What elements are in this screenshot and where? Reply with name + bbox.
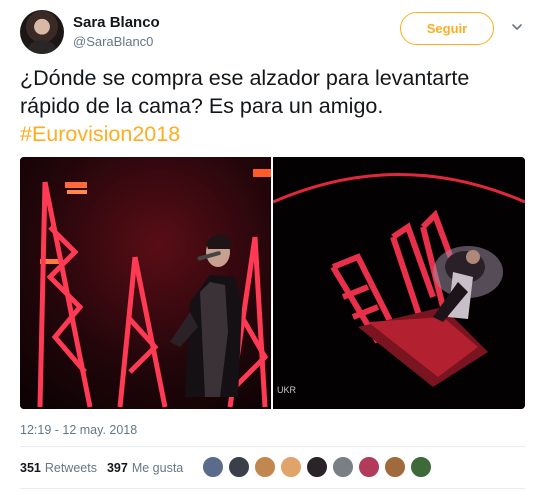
liker-avatar[interactable] <box>384 456 406 478</box>
likes-stat[interactable]: 397 Me gusta <box>107 461 183 475</box>
tweet-stats: 351 Retweets 397 Me gusta <box>20 456 193 480</box>
liker-avatar[interactable] <box>410 456 432 478</box>
retweets-stat[interactable]: 351 Retweets <box>20 461 97 475</box>
user-name[interactable]: Sara Blanco <box>73 14 160 31</box>
country-tag: UKR <box>277 385 297 395</box>
stage-piano-image <box>273 157 525 409</box>
liker-avatar[interactable] <box>254 456 276 478</box>
liker-avatar[interactable] <box>358 456 380 478</box>
liker-avatar[interactable] <box>202 456 224 478</box>
liker-avatar[interactable] <box>228 456 250 478</box>
photo-right[interactable]: UKR <box>273 157 525 409</box>
user-handle[interactable]: @SaraBlanc0 <box>73 34 153 49</box>
likes-label: Me gusta <box>131 461 184 475</box>
divider <box>20 446 525 447</box>
tweet-text: ¿Dónde se compra ese alzador para levant… <box>20 64 525 148</box>
liker-avatar[interactable] <box>306 456 328 478</box>
tweet-body: ¿Dónde se compra ese alzador para levant… <box>20 66 470 118</box>
divider <box>20 488 525 489</box>
likes-count: 397 <box>106 461 128 475</box>
follow-button[interactable]: Seguir <box>400 12 494 45</box>
chevron-down-icon[interactable] <box>510 20 524 34</box>
tweet-header: Sara Blanco @SaraBlanc0 Seguir <box>20 8 530 56</box>
retweets-label: Retweets <box>44 461 97 475</box>
tweet-timestamp[interactable]: 12:19 - 12 may. 2018 <box>20 423 137 437</box>
liker-avatar[interactable] <box>332 456 354 478</box>
media-container: UKR <box>20 157 525 409</box>
liker-avatar[interactable] <box>280 456 302 478</box>
retweets-count: 351 <box>20 461 41 475</box>
stage-performance-image <box>20 157 271 409</box>
likers-avatars <box>202 456 436 478</box>
photo-left[interactable] <box>20 157 271 409</box>
avatar[interactable] <box>20 10 64 54</box>
hashtag-link[interactable]: #Eurovision2018 <box>20 122 180 146</box>
